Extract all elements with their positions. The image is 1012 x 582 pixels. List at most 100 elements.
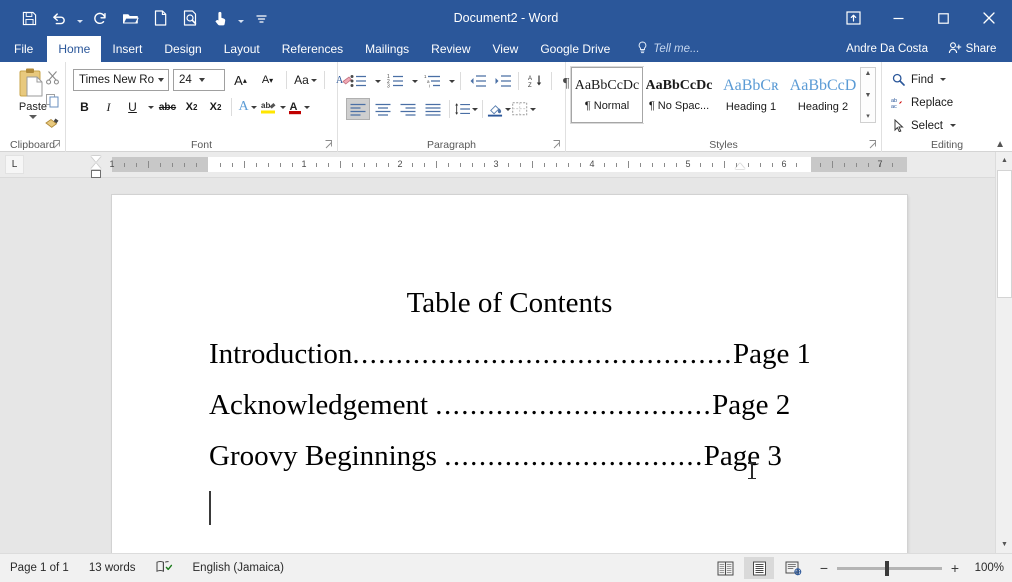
tell-me-search[interactable]: Tell me...: [629, 36, 709, 62]
style-heading-1[interactable]: AaBbCʀ Heading 1: [715, 67, 787, 123]
copy-icon[interactable]: [42, 90, 62, 110]
multilevel-list-icon[interactable]: 1ai: [420, 70, 444, 92]
tab-google-drive[interactable]: Google Drive: [529, 36, 621, 62]
line-spacing-dropdown-icon[interactable]: [472, 107, 478, 111]
subscript-button[interactable]: X2: [180, 96, 203, 118]
styles-more-icon[interactable]: ▾: [866, 112, 870, 121]
styles-scroll-down-icon[interactable]: ▼: [865, 91, 872, 100]
strikethrough-button[interactable]: abc: [156, 96, 179, 118]
print-preview-icon[interactable]: [175, 5, 205, 31]
shading-dropdown-icon[interactable]: [505, 107, 511, 111]
shading-icon[interactable]: [487, 98, 511, 120]
undo-icon[interactable]: [44, 5, 74, 31]
tab-file[interactable]: File: [0, 36, 48, 62]
cut-icon[interactable]: [42, 67, 62, 87]
highlight-dropdown-icon[interactable]: [280, 105, 286, 109]
document-page[interactable]: Table of Contents Introduction..........…: [112, 195, 907, 553]
tab-review[interactable]: Review: [420, 36, 481, 62]
underline-button[interactable]: U: [121, 96, 144, 118]
zoom-out-button[interactable]: −: [818, 560, 830, 576]
numbering-dropdown-icon[interactable]: [408, 70, 419, 92]
font-size-combo[interactable]: 24: [173, 69, 225, 91]
style-no-spacing[interactable]: AaBbCcDc ¶ No Spac...: [643, 67, 715, 123]
tab-layout[interactable]: Layout: [213, 36, 271, 62]
font-color-dropdown-icon[interactable]: [303, 105, 310, 109]
zoom-slider-thumb[interactable]: [885, 560, 889, 576]
replace-button[interactable]: ab ac Replace: [882, 91, 1012, 114]
word-count[interactable]: 13 words: [89, 562, 136, 574]
align-left-icon[interactable]: [346, 98, 370, 120]
font-color-button[interactable]: A: [287, 96, 310, 118]
bullets-icon[interactable]: [346, 70, 370, 92]
tab-design[interactable]: Design: [153, 36, 212, 62]
page-indicator[interactable]: Page 1 of 1: [10, 562, 69, 574]
collapse-ribbon-icon[interactable]: ▲: [995, 139, 1005, 150]
scroll-down-icon[interactable]: ▼: [996, 536, 1012, 553]
zoom-slider[interactable]: [837, 560, 942, 576]
decrease-indent-icon[interactable]: [465, 70, 489, 92]
tab-mailings[interactable]: Mailings: [354, 36, 420, 62]
zoom-in-button[interactable]: +: [949, 560, 961, 576]
font-dialog-launcher-icon[interactable]: [325, 140, 334, 149]
font-name-dropdown-icon[interactable]: [154, 70, 168, 90]
ribbon-display-options-icon[interactable]: [831, 0, 876, 36]
scrollbar-thumb[interactable]: [997, 170, 1012, 298]
print-layout-icon[interactable]: [744, 557, 774, 579]
style-heading-2[interactable]: AaBbCcD Heading 2: [787, 67, 859, 123]
font-name-combo[interactable]: Times New Ro: [73, 69, 169, 91]
italic-button[interactable]: I: [97, 96, 120, 118]
bullets-dropdown-icon[interactable]: [371, 70, 382, 92]
paragraph-dialog-launcher-icon[interactable]: [553, 140, 562, 149]
read-mode-icon[interactable]: [710, 557, 740, 579]
find-button[interactable]: Find: [882, 68, 1012, 91]
hanging-indent-marker[interactable]: [91, 163, 101, 169]
styles-scroll-up-icon[interactable]: ▲: [865, 69, 872, 78]
change-case-dropdown-icon[interactable]: [310, 78, 317, 82]
customize-qat-icon[interactable]: [246, 5, 276, 31]
justify-icon[interactable]: [421, 98, 445, 120]
scroll-up-icon[interactable]: ▲: [996, 152, 1012, 169]
borders-icon[interactable]: [512, 98, 536, 120]
zoom-level[interactable]: 100%: [968, 562, 1004, 574]
align-center-icon[interactable]: [371, 98, 395, 120]
numbering-icon[interactable]: 123: [383, 70, 407, 92]
vertical-scrollbar[interactable]: ▲ ▼: [995, 152, 1012, 553]
open-icon[interactable]: [115, 5, 145, 31]
clipboard-dialog-launcher-icon[interactable]: [53, 140, 62, 149]
bold-button[interactable]: B: [73, 96, 96, 118]
underline-dropdown-icon[interactable]: [145, 96, 155, 118]
multilevel-dropdown-icon[interactable]: [445, 70, 456, 92]
tab-references[interactable]: References: [271, 36, 354, 62]
grow-font-button[interactable]: A ▴: [229, 69, 252, 91]
style-normal[interactable]: AaBbCcDc ¶ Normal: [570, 66, 644, 124]
styles-dialog-launcher-icon[interactable]: [869, 140, 878, 149]
minimize-icon[interactable]: [876, 0, 921, 36]
tab-home[interactable]: Home: [47, 36, 102, 62]
redo-icon[interactable]: [85, 5, 115, 31]
touch-mode-icon[interactable]: [205, 5, 235, 31]
touch-mode-dropdown-icon[interactable]: [235, 5, 246, 31]
tab-stop-selector[interactable]: L: [5, 155, 24, 174]
zoom-control[interactable]: − + 100%: [818, 560, 1004, 576]
share-button[interactable]: Share: [932, 36, 1012, 62]
proofing-status-icon[interactable]: [156, 560, 173, 577]
language-indicator[interactable]: English (Jamaica): [193, 562, 284, 574]
close-icon[interactable]: [966, 0, 1012, 36]
text-highlight-button[interactable]: ab: [260, 96, 286, 118]
change-case-button[interactable]: Aa: [294, 69, 317, 91]
align-right-icon[interactable]: [396, 98, 420, 120]
undo-dropdown-icon[interactable]: [74, 5, 85, 31]
borders-dropdown-icon[interactable]: [530, 107, 536, 111]
ruler-track[interactable]: 1 1 2 3 4 5 6 7: [109, 157, 907, 172]
font-size-dropdown-icon[interactable]: [195, 70, 209, 90]
right-indent-marker[interactable]: [735, 163, 745, 169]
line-spacing-icon[interactable]: [454, 98, 478, 120]
new-document-icon[interactable]: [145, 5, 175, 31]
find-dropdown-icon[interactable]: [940, 78, 947, 81]
tab-view[interactable]: View: [482, 36, 530, 62]
select-button[interactable]: Select: [882, 114, 1012, 137]
left-indent-marker[interactable]: [91, 170, 101, 178]
horizontal-ruler[interactable]: L 1 1 2 3 4 5 6 7: [0, 152, 1012, 178]
select-dropdown-icon[interactable]: [949, 124, 956, 127]
format-painter-icon[interactable]: [42, 113, 62, 133]
